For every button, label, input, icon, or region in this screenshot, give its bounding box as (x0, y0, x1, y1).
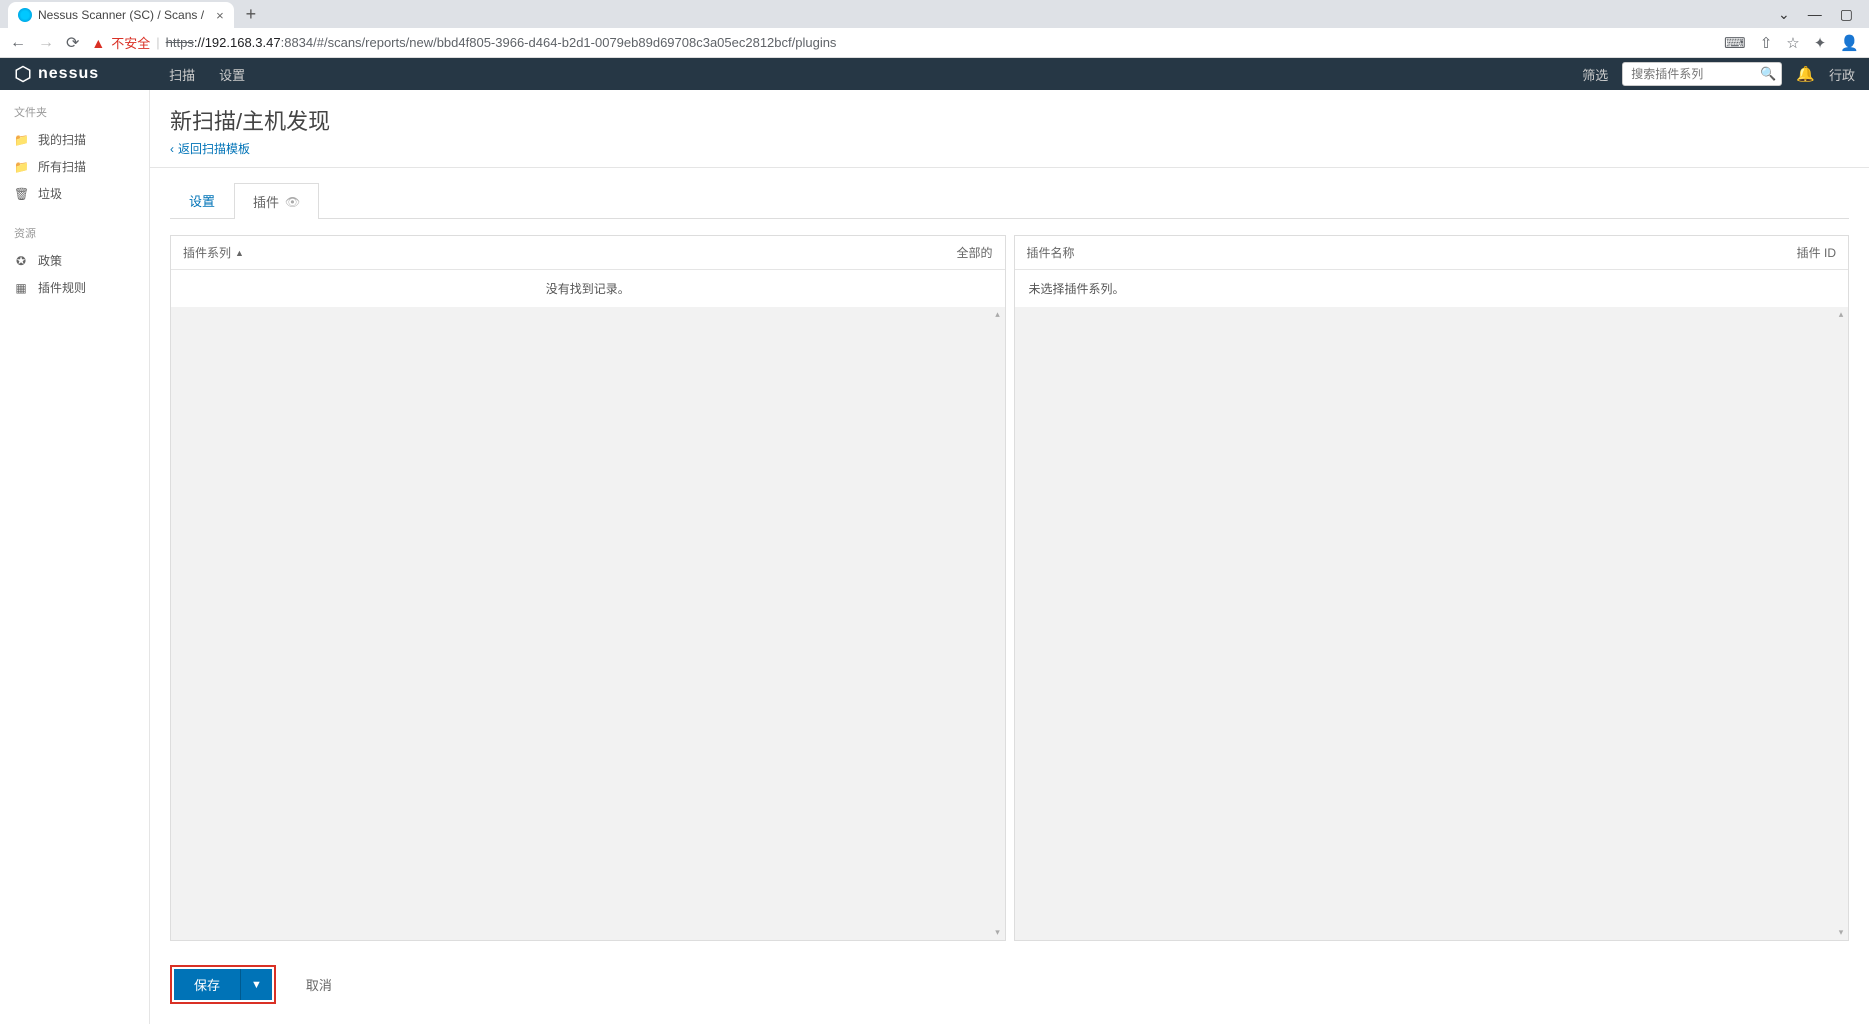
chevron-down-icon[interactable]: ⌄ (1778, 6, 1790, 23)
tab-label: 插件 (253, 192, 279, 211)
back-link-label: 返回扫描模板 (178, 140, 250, 157)
sidebar-item-all-scans[interactable]: 📁 所有扫描 (0, 153, 149, 180)
address-bar: ← → ⟳ ▲ 不安全 | https://192.168.3.47:8834/… (0, 28, 1869, 58)
search-icon[interactable]: 🔍 (1760, 66, 1776, 82)
maximize-icon[interactable]: ▢ (1840, 6, 1853, 23)
star-icon[interactable]: ☆ (1786, 34, 1799, 52)
tab-close-icon[interactable]: × (216, 8, 224, 23)
notifications-icon[interactable]: 🔔 (1796, 65, 1815, 83)
panel-empty-message: 未选择插件系列。 (1015, 270, 1849, 307)
url-area[interactable]: ▲ 不安全 | https://192.168.3.47:8834/#/scan… (91, 33, 1712, 52)
tab-plugins[interactable]: 插件 👁 (234, 183, 319, 219)
insecure-warning-icon: ▲ (91, 35, 105, 51)
scroll-down-icon[interactable]: ▾ (995, 927, 1000, 938)
column-plugin-name[interactable]: 插件名称 (1027, 244, 1075, 261)
panel-plugin-families: 插件系列 ▲ 全部的 没有找到记录。 ▴▾ (170, 235, 1006, 941)
panel-body-spacer: ▴▾ (171, 307, 1005, 940)
sidebar-resources-header: 资源 (0, 225, 149, 247)
reload-icon[interactable]: ⟳ (66, 33, 79, 53)
new-tab-button[interactable]: + (246, 4, 257, 25)
sidebar-item-label: 插件规则 (38, 279, 86, 296)
footer: 保存 ▼ 取消 (170, 965, 1849, 1010)
content: 新扫描/主机发现 ‹ 返回扫描模板 设置 插件 👁 插件系列 ▲ (150, 90, 1869, 1024)
top-nav: 扫描 设置 (169, 65, 245, 84)
tabs: 设置 插件 👁 (170, 182, 1849, 219)
save-button[interactable]: 保存 (174, 969, 240, 1000)
browser-tab-bar: Nessus Scanner (SC) / Scans / × + ⌄ — ▢ (0, 0, 1869, 28)
column-plugin-family[interactable]: 插件系列 ▲ (183, 244, 244, 261)
profile-icon[interactable]: 👤 (1840, 34, 1859, 52)
nav-settings[interactable]: 设置 (219, 65, 245, 84)
page-title: 新扫描/主机发现 (170, 104, 1849, 136)
browser-tab[interactable]: Nessus Scanner (SC) / Scans / × (8, 2, 234, 28)
chevron-left-icon: ‹ (170, 142, 174, 156)
cancel-button[interactable]: 取消 (306, 975, 332, 994)
browser-chrome: Nessus Scanner (SC) / Scans / × + ⌄ — ▢ … (0, 0, 1869, 58)
sidebar-item-trash[interactable]: 🗑 垃圾 (0, 180, 149, 207)
forward-icon[interactable]: → (38, 34, 54, 52)
tab-title: Nessus Scanner (SC) / Scans / (38, 8, 204, 22)
grid-icon: ▦ (14, 281, 28, 295)
scroll-up-icon[interactable]: ▴ (995, 309, 1000, 320)
main-layout: 文件夹 📁 我的扫描 📁 所有扫描 🗑 垃圾 资源 ✪ 政策 ▦ 插件规则 (0, 90, 1869, 1024)
panel-empty-message: 没有找到记录。 (171, 270, 1005, 307)
brand-logo[interactable]: nessus (14, 65, 99, 83)
panel-plugin-names: 插件名称 插件 ID 未选择插件系列。 ▴▾ (1014, 235, 1850, 941)
folder-icon: 📁 (14, 133, 28, 147)
panels: 插件系列 ▲ 全部的 没有找到记录。 ▴▾ 插件名称 插件 ID 未选择插件系列… (170, 235, 1849, 941)
search-box: 🔍 (1622, 62, 1782, 86)
eye-icon: 👁 (285, 195, 300, 209)
share-icon[interactable]: ⇧ (1760, 34, 1773, 52)
panel-header: 插件名称 插件 ID (1015, 236, 1849, 270)
nessus-logo-icon (14, 65, 32, 83)
sidebar-item-policies[interactable]: ✪ 政策 (0, 247, 149, 274)
folder-icon: 📁 (14, 160, 28, 174)
save-dropdown-button[interactable]: ▼ (240, 969, 272, 1000)
sidebar-item-my-scans[interactable]: 📁 我的扫描 (0, 126, 149, 153)
minimize-icon[interactable]: — (1808, 6, 1822, 22)
sidebar-item-plugin-rules[interactable]: ▦ 插件规则 (0, 274, 149, 301)
column-plugin-id[interactable]: 插件 ID (1797, 244, 1836, 261)
window-controls: ⌄ — ▢ (1778, 6, 1861, 23)
panel-header: 插件系列 ▲ 全部的 (171, 236, 1005, 270)
shield-icon: ✪ (14, 254, 28, 268)
sidebar-item-label: 我的扫描 (38, 131, 86, 148)
column-all[interactable]: 全部的 (956, 244, 992, 261)
nav-scan[interactable]: 扫描 (169, 65, 195, 84)
insecure-label: 不安全 (111, 33, 150, 52)
sidebar-item-label: 所有扫描 (38, 158, 86, 175)
sidebar-item-label: 垃圾 (38, 185, 62, 202)
save-button-highlight: 保存 ▼ (170, 965, 276, 1004)
divider (150, 167, 1869, 168)
sort-asc-icon: ▲ (235, 248, 244, 258)
sidebar-folders-header: 文件夹 (0, 104, 149, 126)
sidebar-item-label: 政策 (38, 252, 62, 269)
filter-link[interactable]: 筛选 (1582, 65, 1608, 84)
trash-icon: 🗑 (14, 187, 28, 201)
app-header: nessus 扫描 设置 筛选 🔍 🔔 行政 (0, 58, 1869, 90)
brand-name: nessus (38, 65, 99, 83)
admin-link[interactable]: 行政 (1829, 65, 1855, 84)
back-icon[interactable]: ← (10, 34, 26, 52)
extensions-icon[interactable]: ✦ (1814, 34, 1827, 52)
tab-label: 设置 (189, 191, 215, 210)
translate-icon[interactable]: ⌨ (1724, 34, 1746, 52)
tab-settings[interactable]: 设置 (170, 182, 234, 218)
url-text: https://192.168.3.47:8834/#/scans/report… (166, 35, 837, 50)
tab-favicon-icon (18, 8, 32, 22)
scroll-up-icon[interactable]: ▴ (1839, 309, 1844, 320)
scroll-down-icon[interactable]: ▾ (1839, 927, 1844, 938)
panel-body-spacer: ▴▾ (1015, 307, 1849, 940)
sidebar: 文件夹 📁 我的扫描 📁 所有扫描 🗑 垃圾 资源 ✪ 政策 ▦ 插件规则 (0, 90, 150, 1024)
back-link[interactable]: ‹ 返回扫描模板 (170, 140, 1849, 157)
search-input[interactable] (1622, 62, 1782, 86)
